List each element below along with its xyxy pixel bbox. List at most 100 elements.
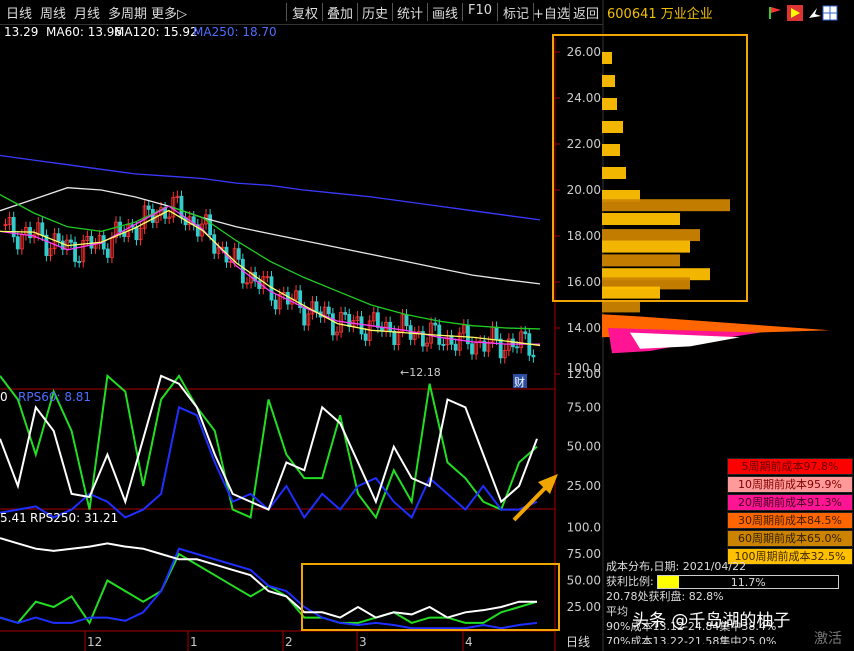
cost-profile-bar xyxy=(602,213,680,225)
stock-chart[interactable]: 26.0024.0022.0020.0018.0016.0014.0012.00… xyxy=(0,0,854,651)
watermark: 头条 @千岛湖的柚子 xyxy=(632,611,791,631)
profit-at-price: 20.78处获利盘: 82.8% xyxy=(606,590,724,603)
month-label: 3 xyxy=(359,635,367,649)
cost-profile-bar xyxy=(602,121,623,133)
candle-body xyxy=(146,205,151,210)
legend-item-10: 10周期前成本95.9% xyxy=(727,476,853,493)
cost-profile-bar xyxy=(602,240,690,253)
candle-body xyxy=(134,226,139,241)
cost-info: 成本分布,日期: 2021/04/22 获利比例: 11.7% 20.78处获利… xyxy=(606,559,840,644)
price-tick-label: 14.00 xyxy=(567,321,601,335)
cost-profile-bar xyxy=(602,300,640,313)
price-tick-label: 24.00 xyxy=(567,91,601,105)
price-tick-label: 18.00 xyxy=(567,229,601,243)
month-label: 1 xyxy=(190,635,198,649)
cost-legend: 5周期前成本97.8% 10周期前成本95.9% 20周期前成本91.3% 30… xyxy=(727,458,853,566)
candle-body xyxy=(40,222,45,236)
month-label: 12 xyxy=(87,635,102,649)
candle-body xyxy=(285,292,290,305)
candle-body xyxy=(449,335,454,345)
legend-item-20: 20周期前成本91.3% xyxy=(727,494,853,511)
candle-body xyxy=(404,314,409,327)
candle-body xyxy=(523,331,528,335)
rps60-title: RPS60: 8.81 xyxy=(18,390,91,404)
candle-body xyxy=(531,354,536,358)
candle-body xyxy=(302,307,307,326)
candle-body xyxy=(208,214,213,236)
cost-profile-bar xyxy=(602,167,626,179)
profit-bar: 11.7% xyxy=(657,575,840,589)
cost-profile-bar xyxy=(602,254,680,267)
rps250-title: RPS250: 31.21 xyxy=(30,511,118,525)
ma250-line xyxy=(0,154,541,221)
candle-body xyxy=(330,313,335,336)
candle-body xyxy=(363,333,368,341)
date-label: 成本分布,日期: xyxy=(606,560,680,573)
price-tick-label: 20.00 xyxy=(567,183,601,197)
month-label: 4 xyxy=(465,635,473,649)
candle-body xyxy=(375,312,380,328)
legend-item-5: 5周期前成本97.8% xyxy=(727,458,853,475)
cai-badge: 财 xyxy=(514,375,525,389)
legend-item-30: 30周期前成本84.5% xyxy=(727,512,853,529)
highlight-arrow xyxy=(512,483,550,522)
cost-70: 70%成本13.22-21.58集中25.0% xyxy=(606,635,777,644)
rps250-left: 5.41 xyxy=(0,511,27,525)
low-marker: ←12.18 xyxy=(400,366,441,379)
rps250-tick-label: 100.0 xyxy=(567,521,601,535)
candle-body xyxy=(343,312,348,315)
candle-body xyxy=(15,236,20,250)
candle-body xyxy=(105,248,110,258)
candle-body xyxy=(515,346,519,349)
rps250-white-line xyxy=(0,537,537,619)
rps60-left: 0 xyxy=(0,390,8,404)
cost-profile-bar xyxy=(602,199,730,212)
profit-pct: 11.7% xyxy=(730,576,766,589)
profit-label: 获利比例: xyxy=(606,575,654,588)
candle-body xyxy=(453,343,458,351)
candle-body xyxy=(388,321,393,332)
rps250-tick-label: 25.00 xyxy=(567,600,601,614)
cost-profile-bar xyxy=(602,229,700,242)
candle-body xyxy=(498,338,503,359)
rps60-blue-line xyxy=(0,405,538,520)
candle-body xyxy=(89,236,94,249)
rps60-tick-label: 75.00 xyxy=(567,400,601,414)
candle-body xyxy=(69,239,73,243)
highlight-frame-rps xyxy=(301,563,560,631)
candle-body xyxy=(441,344,446,346)
candle-body xyxy=(359,316,364,335)
period-label[interactable]: 日线 xyxy=(566,633,590,650)
rps60-tick-label: 50.00 xyxy=(567,440,601,454)
price-tick-label: 26.00 xyxy=(567,45,601,59)
candle-body xyxy=(347,313,352,327)
candle-body xyxy=(433,322,438,326)
month-label: 2 xyxy=(285,635,293,649)
cost-profile-bar xyxy=(602,144,620,156)
candle-body xyxy=(470,343,474,355)
candle-body xyxy=(392,330,397,345)
candle-body xyxy=(56,233,61,242)
price-tick-label: 22.00 xyxy=(567,137,601,151)
candle-body xyxy=(212,234,217,254)
cost-profile-bar xyxy=(602,75,615,87)
legend-item-60: 60周期前成本65.0% xyxy=(727,530,853,547)
candle-body xyxy=(326,306,331,315)
candle-body xyxy=(273,299,278,310)
ma120-line xyxy=(0,187,541,285)
price-tick-label: 16.00 xyxy=(567,275,601,289)
rps250-blue-line xyxy=(0,547,538,630)
rps60-tick-label: 100.0 xyxy=(567,361,601,375)
rps250-tick-label: 75.00 xyxy=(567,547,601,561)
candle-body xyxy=(236,248,241,260)
activate-watermark: 激活 xyxy=(814,631,842,647)
candle-body xyxy=(494,326,499,340)
date-value: 2021/04/22 xyxy=(682,560,747,573)
cost-profile-bar xyxy=(602,286,660,299)
rps60-tick-label: 25.00 xyxy=(567,479,601,493)
candle-body xyxy=(511,338,515,348)
candle-body xyxy=(314,301,319,313)
rps250-tick-label: 50.00 xyxy=(567,574,601,588)
candle-body xyxy=(77,261,82,263)
cost-profile-bar xyxy=(602,98,617,110)
